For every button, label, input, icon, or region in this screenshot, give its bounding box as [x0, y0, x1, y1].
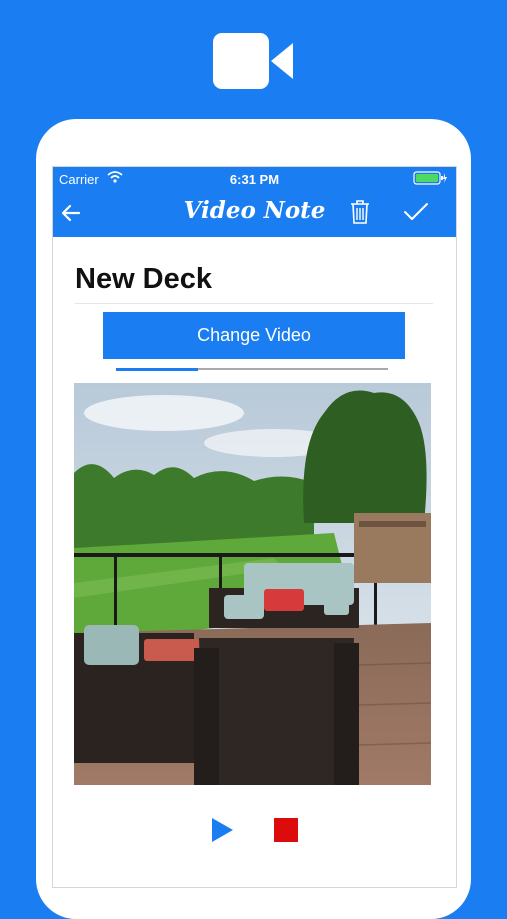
video-preview[interactable]	[74, 383, 431, 785]
phone-frame: Carrier 6:31 PM Video Note New Deck Chan…	[36, 119, 471, 919]
video-progress-fill	[116, 368, 198, 371]
change-video-label: Change Video	[197, 325, 311, 345]
app-store-screenshot: { "header": { "carrier": "Carrier", "tim…	[0, 0, 507, 919]
nav-bar: Video Note	[53, 189, 456, 237]
stop-icon[interactable]	[274, 818, 298, 842]
title-divider	[75, 303, 433, 304]
battery-icon	[413, 171, 447, 185]
video-progress-bar[interactable]	[116, 368, 388, 371]
play-icon[interactable]	[210, 817, 234, 843]
nav-title: Video Note	[183, 197, 326, 224]
status-time: 6:31 PM	[229, 172, 280, 187]
status-bar: Carrier 6:31 PM	[53, 167, 456, 189]
trash-icon[interactable]	[349, 199, 371, 225]
checkmark-icon[interactable]	[403, 202, 429, 222]
header: Carrier 6:31 PM Video Note	[53, 167, 456, 237]
video-camera-icon	[213, 33, 293, 89]
note-title[interactable]: New Deck	[75, 263, 212, 296]
app-screen: Carrier 6:31 PM Video Note New Deck Chan…	[52, 166, 457, 888]
change-video-button[interactable]: Change Video	[103, 312, 405, 359]
